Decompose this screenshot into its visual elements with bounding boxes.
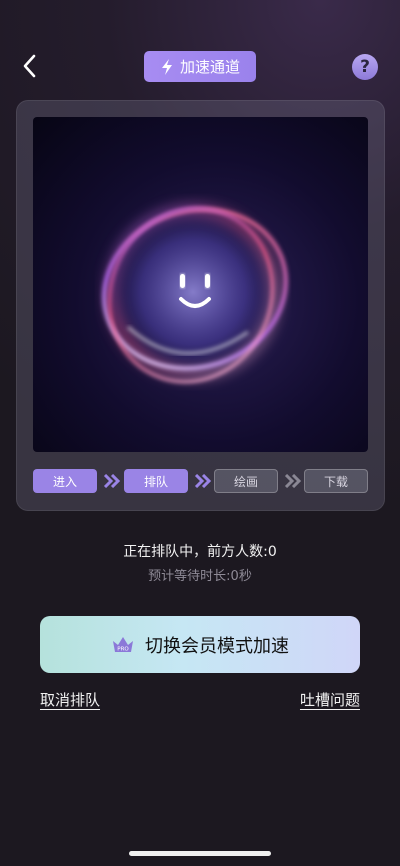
cancel-queue-link[interactable]: 取消排队 <box>40 689 100 710</box>
progress-steps: 进入 排队 绘画 下载 <box>33 469 368 493</box>
estimated-wait-text: 预计等待时长:0秒 <box>148 569 252 584</box>
step-enter: 进入 <box>33 469 97 493</box>
double-chevron-right-icon <box>103 474 121 488</box>
smiley-loading-graphic <box>98 197 288 387</box>
generation-preview <box>33 117 368 452</box>
queue-status-text: 正在排队中，前方人数:0 <box>123 544 277 560</box>
lightning-icon <box>161 58 172 75</box>
back-button[interactable] <box>18 52 42 80</box>
page-title: 加速通道 <box>179 58 240 76</box>
step-drawing: 绘画 <box>214 469 278 493</box>
progress-panel: 进入 排队 绘画 下载 <box>16 100 385 511</box>
crown-pro-icon: PRO <box>113 636 133 652</box>
home-indicator[interactable] <box>129 851 271 856</box>
double-chevron-right-icon <box>284 474 302 488</box>
step-download: 下载 <box>304 469 368 493</box>
switch-member-mode-label: 切换会员模式加速 <box>145 635 289 657</box>
double-chevron-right-icon <box>194 474 212 488</box>
svg-text:PRO: PRO <box>117 646 129 652</box>
help-icon[interactable]: ? <box>352 54 378 80</box>
step-queue: 排队 <box>124 469 188 493</box>
switch-member-mode-button[interactable]: PRO 切换会员模式加速 <box>40 616 360 673</box>
feedback-link[interactable]: 吐槽问题 <box>300 689 360 710</box>
chevron-left-icon <box>23 54 36 78</box>
accelerate-channel-title: 加速通道 <box>144 51 256 82</box>
header: 加速通道 ? <box>0 0 400 110</box>
